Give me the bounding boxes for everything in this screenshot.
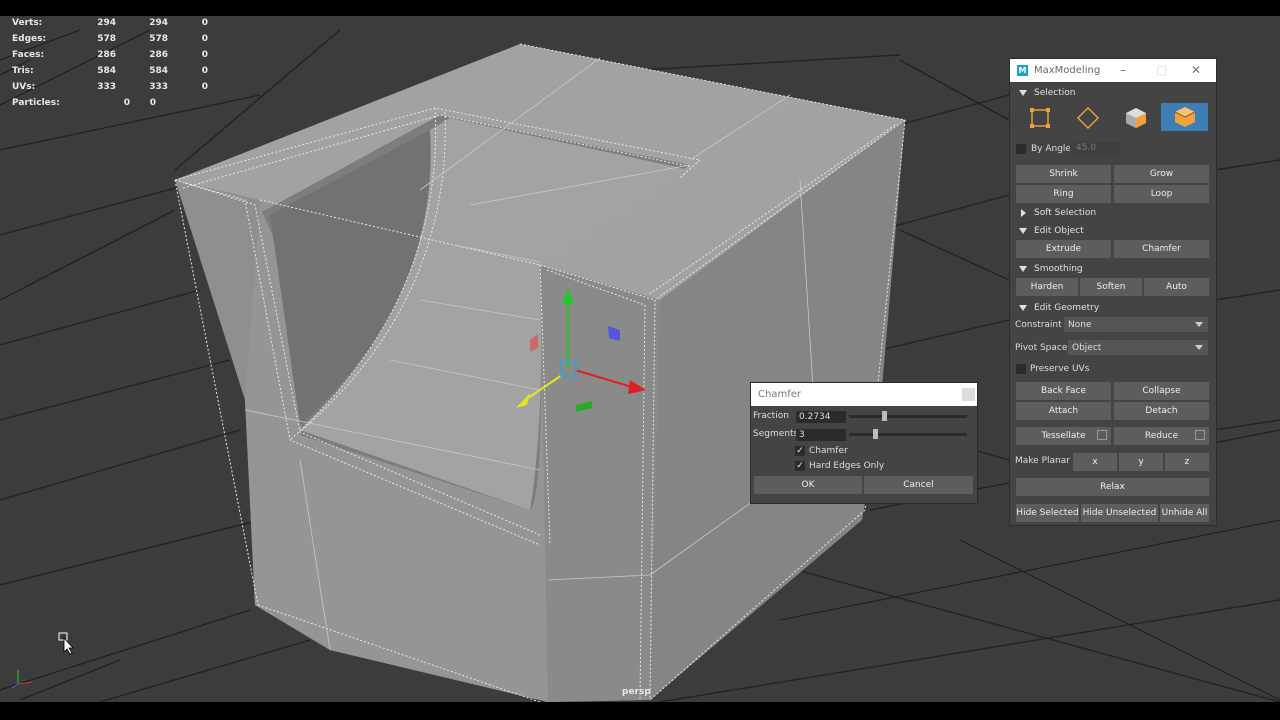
section-soft-selection[interactable]: Soft Selection (1010, 204, 1219, 222)
expand-triangle-icon (1019, 305, 1027, 311)
shrink-button[interactable]: Shrink (1016, 165, 1111, 183)
grow-button[interactable]: Grow (1114, 165, 1209, 183)
extrude-button[interactable]: Extrude (1016, 240, 1111, 258)
ring-button[interactable]: Ring (1016, 185, 1111, 203)
fraction-label: Fraction (753, 411, 789, 421)
chamfer-title: Chamfer (758, 389, 801, 400)
section-edit-geometry[interactable]: Edit Geometry (1010, 299, 1219, 317)
unhide-all-button[interactable]: Unhide All (1160, 504, 1209, 522)
tessellate-options-icon[interactable] (1097, 430, 1107, 440)
section-selection[interactable]: Selection (1010, 84, 1216, 102)
reduce-button[interactable]: Reduce (1114, 427, 1209, 445)
maxmodeling-panel: M MaxModeling – □ ✕ Selection By Angle 4… (1009, 58, 1217, 526)
soften-button[interactable]: Soften (1080, 278, 1142, 296)
by-angle-label: By Angle (1031, 144, 1071, 154)
detach-button[interactable]: Detach (1114, 402, 1209, 420)
expand-triangle-icon (1019, 266, 1027, 272)
panel-title: MaxModeling (1034, 65, 1101, 76)
vertex-mode-icon[interactable] (1024, 105, 1056, 131)
maxmodeling-titlebar[interactable]: M MaxModeling – □ ✕ (1010, 59, 1216, 82)
expand-triangle-icon (1019, 90, 1027, 96)
cancel-button[interactable]: Cancel (864, 476, 973, 494)
edge-mode-icon[interactable] (1072, 105, 1104, 131)
pivot-space-label: Pivot Space (1015, 343, 1068, 353)
loop-button[interactable]: Loop (1114, 185, 1209, 203)
section-edit-object[interactable]: Edit Object (1010, 222, 1219, 240)
mesh-cube (174, 43, 906, 702)
collapsed-triangle-icon (1021, 209, 1026, 217)
slider-handle[interactable] (882, 411, 887, 421)
hard-edges-only-label: Hard Edges Only (809, 461, 885, 471)
back-face-button[interactable]: Back Face (1016, 382, 1111, 400)
segments-slider[interactable] (849, 429, 967, 439)
mouse-cursor-icon (58, 632, 74, 655)
maximize-icon[interactable]: □ (1156, 63, 1167, 77)
maya-logo-icon: M (1017, 65, 1028, 76)
segments-field[interactable]: 3 (796, 429, 846, 441)
chevron-down-icon (1195, 322, 1203, 327)
chamfer-checkbox[interactable]: ✓ (795, 446, 805, 456)
chevron-down-icon (1195, 345, 1203, 350)
harden-button[interactable]: Harden (1016, 278, 1078, 296)
attach-button[interactable]: Attach (1016, 402, 1111, 420)
close-icon[interactable]: ✕ (1191, 63, 1201, 77)
pivot-space-dropdown[interactable]: Object (1068, 340, 1208, 355)
by-angle-field[interactable]: 45.0 (1070, 142, 1120, 155)
close-icon[interactable] (962, 388, 975, 401)
fraction-slider[interactable] (849, 411, 967, 421)
constraint-dropdown[interactable]: None (1064, 317, 1208, 332)
planar-x-button[interactable]: x (1073, 453, 1117, 471)
preserve-uvs-label: Preserve UVs (1030, 364, 1090, 374)
by-angle-checkbox[interactable] (1016, 144, 1026, 154)
make-planar-label: Make Planar (1015, 456, 1070, 466)
section-smoothing[interactable]: Smoothing (1010, 260, 1219, 278)
collapse-button[interactable]: Collapse (1114, 382, 1209, 400)
minimize-icon[interactable]: – (1120, 63, 1126, 77)
ok-button[interactable]: OK (754, 476, 862, 494)
world-axis-icon (11, 670, 33, 689)
object-mode-icon[interactable] (1161, 103, 1208, 131)
chamfer-dialog: Chamfer Fraction 0.2734 Segments 3 ✓ Cha… (750, 382, 978, 504)
camera-label: persp (622, 687, 651, 697)
tessellate-button[interactable]: Tessellate (1016, 427, 1111, 445)
chamfer-check-label: Chamfer (809, 446, 848, 456)
segments-label: Segments (753, 429, 799, 439)
planar-z-button[interactable]: z (1165, 453, 1209, 471)
preserve-uvs-checkbox[interactable] (1016, 364, 1026, 374)
constraint-label: Constraint (1015, 320, 1062, 330)
chamfer-button[interactable]: Chamfer (1114, 240, 1209, 258)
chamfer-titlebar[interactable]: Chamfer (751, 383, 977, 406)
face-mode-icon[interactable] (1120, 105, 1152, 131)
auto-button[interactable]: Auto (1144, 278, 1209, 296)
hide-unselected-button[interactable]: Hide Unselected (1081, 504, 1158, 522)
relax-button[interactable]: Relax (1016, 478, 1209, 496)
fraction-field[interactable]: 0.2734 (796, 411, 846, 423)
hide-selected-button[interactable]: Hide Selected (1016, 504, 1079, 522)
reduce-options-icon[interactable] (1195, 430, 1205, 440)
hard-edges-only-checkbox[interactable]: ✓ (795, 461, 805, 471)
planar-y-button[interactable]: y (1119, 453, 1163, 471)
slider-handle[interactable] (873, 429, 878, 439)
expand-triangle-icon (1019, 228, 1027, 234)
